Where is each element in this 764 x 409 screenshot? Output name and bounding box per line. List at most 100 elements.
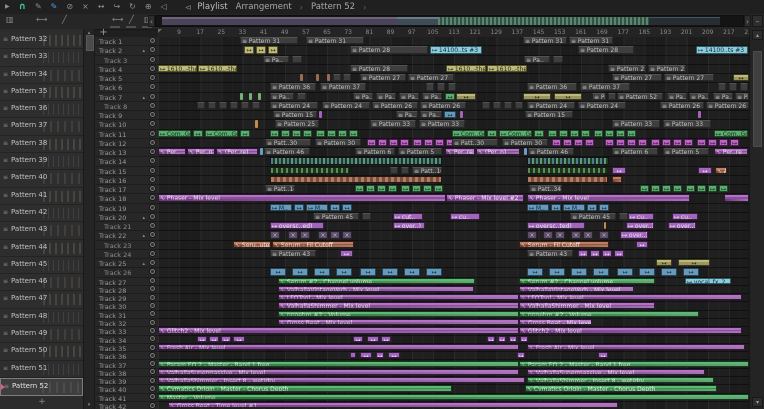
- mini-clip[interactable]: ↦: [636, 240, 648, 248]
- mini-clip[interactable]: ↦: [527, 268, 543, 276]
- mini-clip[interactable]: ↦: [487, 129, 497, 137]
- pattern-clip[interactable]: ≡ Pa..: [263, 55, 289, 63]
- pattern-item[interactable]: ≡ Pattern 36: [0, 101, 83, 119]
- pattern-clip[interactable]: ≡ Pattern 27: [612, 74, 662, 82]
- mini-clip[interactable]: ↦: [614, 249, 624, 257]
- track-mute-button[interactable]: [150, 167, 155, 173]
- add-pattern-button[interactable]: +: [0, 397, 84, 407]
- slide-tool-icon[interactable]: ↪: [113, 0, 120, 14]
- track-mute-button[interactable]: [150, 130, 155, 136]
- pattern-clip[interactable]: ≡ Pattern 37: [580, 83, 630, 91]
- pattern-clip[interactable]: ≡ Pattern 52: [617, 92, 663, 100]
- pattern-clip[interactable]: [553, 55, 563, 63]
- mini-clip[interactable]: ↦ over..): [393, 222, 425, 230]
- mini-clip[interactable]: ↦ oversc..ed): [270, 222, 324, 230]
- track-mute-button[interactable]: [150, 112, 155, 118]
- mini-clip[interactable]: ↦: [294, 203, 304, 211]
- pattern-item[interactable]: ≡ Pattern 33: [0, 49, 83, 67]
- scroll-down-icon[interactable]: ▾: [752, 397, 763, 407]
- automation-clip[interactable]: ∿ Phaser - Mix level: [158, 194, 446, 202]
- track-header[interactable]: Track 15: [95, 166, 158, 176]
- track-header[interactable]: Track 41: [95, 393, 158, 403]
- mute-x-clip[interactable]: ×: [288, 231, 298, 239]
- scrollbar-thumb[interactable]: [753, 51, 762, 147]
- pattern-clip[interactable]: ≡ Pa..: [735, 92, 749, 100]
- mini-clip[interactable]: ↦: [378, 138, 387, 146]
- mini-clip[interactable]: ↦: [412, 185, 421, 193]
- mini-clip[interactable]: ↦: [571, 268, 587, 276]
- pattern-item[interactable]: ≡ Pattern 50: [0, 343, 83, 361]
- automation-clip[interactable]: ∿ ValhallaVintageVerb - Mix level: [278, 285, 474, 293]
- pattern-clip[interactable]: ≡ Pattern 43: [527, 249, 573, 257]
- pattern-clip[interactable]: [208, 101, 216, 109]
- pattern-clip[interactable]: [493, 101, 501, 109]
- automation-clip[interactable]: ∿ Glitch2 - Mix level: [158, 327, 519, 334]
- mini-clip[interactable]: ↦: [193, 129, 203, 137]
- pattern-clip[interactable]: ≡ Pattern 24: [322, 101, 370, 109]
- track-mute-button[interactable]: [150, 377, 155, 383]
- automation-clip[interactable]: ↦: [554, 92, 582, 100]
- audio-clip[interactable]: ↦ vocal_fx_2: [685, 277, 731, 284]
- track-header[interactable]: Track 35: [95, 343, 158, 353]
- mini-clip[interactable]: ↦: [697, 185, 706, 193]
- pattern-clip[interactable]: ≡ Pattern 24: [578, 101, 626, 109]
- clip-sliver[interactable]: [316, 74, 319, 82]
- mini-clip[interactable]: ↦ M..: [527, 203, 549, 211]
- dense-notes-clip[interactable]: [270, 166, 350, 174]
- mute-x-clip[interactable]: ×: [527, 231, 537, 239]
- automation-clip[interactable]: ∿ ValhallaSupermassive - Mix level: [527, 368, 705, 376]
- mini-clip[interactable]: ↦: [292, 129, 301, 137]
- audio-clip[interactable]: ↦ 1610..-the's: [487, 64, 527, 72]
- vertical-scrollbar[interactable]: ▴ ▾: [749, 29, 764, 409]
- mute-x-clip[interactable]: ×: [270, 231, 280, 239]
- pattern-clip[interactable]: ≡ Pattern 43: [270, 249, 316, 257]
- dense-notes-clip[interactable]: [270, 157, 442, 165]
- automation-clip[interactable]: ∿ (Per..re): [216, 148, 258, 156]
- pattern-clip[interactable]: ≡ Pattern 27: [408, 74, 454, 82]
- pattern-clip[interactable]: [482, 101, 490, 109]
- playback-preview-icon[interactable]: ◁: [161, 0, 167, 14]
- mini-clip[interactable]: ↦: [381, 335, 391, 342]
- mini-clip[interactable]: ↦: [445, 92, 455, 100]
- track-header[interactable]: Track 7 ▴: [95, 92, 158, 102]
- track-mute-button[interactable]: [150, 294, 155, 300]
- snap-magnet-icon[interactable]: ∩: [19, 0, 26, 14]
- pattern-clip[interactable]: ≡ Patt..30: [265, 138, 311, 146]
- overview-scroll-left-button[interactable]: ‹: [148, 15, 155, 27]
- mini-clip[interactable]: ↦ oversc..ted): [527, 222, 585, 230]
- mini-clip[interactable]: ↦: [627, 129, 636, 137]
- track-mute-button[interactable]: [150, 241, 155, 247]
- track-mute-button[interactable]: [150, 336, 155, 342]
- piano-icon[interactable]: ▥: [6, 15, 14, 24]
- pattern-clip[interactable]: [448, 83, 456, 91]
- pattern-clip[interactable]: [426, 83, 434, 91]
- pattern-clip[interactable]: ≡ Pattern 6: [355, 148, 395, 156]
- pattern-clip[interactable]: [390, 166, 398, 174]
- mini-clip[interactable]: ↦: [342, 203, 352, 211]
- mute-x-clip[interactable]: ×: [300, 231, 310, 239]
- pattern-clip[interactable]: [297, 92, 306, 100]
- mini-clip[interactable]: ↦: [376, 352, 384, 359]
- mini-clip[interactable]: ↦: [435, 138, 444, 146]
- mini-clip[interactable]: ↦: [559, 129, 568, 137]
- track-header[interactable]: Track 39: [95, 377, 158, 386]
- track-header[interactable]: Track 12: [95, 138, 158, 148]
- mini-clip[interactable]: ↦: [697, 138, 706, 146]
- pattern-item[interactable]: ≡ Pattern 46: [0, 274, 83, 292]
- pattern-clip[interactable]: ≡ Pa..: [713, 92, 733, 100]
- track-header[interactable]: Track 2 ▴: [95, 46, 158, 56]
- mini-clip[interactable]: ↦: [233, 335, 245, 342]
- mini-clip[interactable]: ↦: [240, 129, 250, 137]
- mini-clip[interactable]: ↦: [612, 166, 626, 174]
- mini-clip[interactable]: ↦: [708, 138, 717, 146]
- mini-clip[interactable]: ↦: [509, 335, 517, 342]
- pattern-item[interactable]: ≡ Pattern 34: [0, 66, 83, 84]
- automation-clip[interactable]: ∿ Param EQ 2 - Master - Band 1 freq: [519, 360, 749, 367]
- pattern-item[interactable]: ≡ Pattern 42: [0, 204, 83, 223]
- pattern-clip[interactable]: ≡ Pattern 26: [660, 101, 704, 109]
- pattern-clip[interactable]: ≡ Pattern 26: [706, 101, 749, 109]
- pattern-clip[interactable]: ≡ Pattern 33: [419, 120, 465, 128]
- mute-x-clip[interactable]: ×: [543, 231, 553, 239]
- pattern-clip[interactable]: [343, 74, 351, 82]
- pattern-item[interactable]: ≡ Pattern 52: [0, 377, 83, 397]
